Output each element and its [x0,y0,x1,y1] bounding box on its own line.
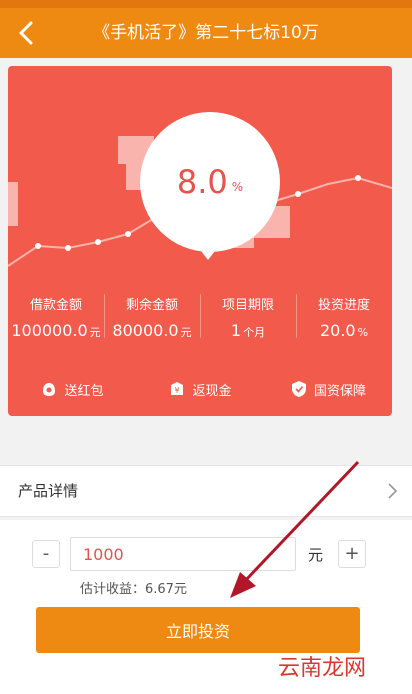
perk-red-envelope: 送红包 [8,374,136,404]
page-title: 《手机活了》第二十七标10万 [93,23,319,43]
nav-bar: 《手机活了》第二十七标10万 [0,8,412,58]
rate-unit: % [231,180,244,194]
red-envelope-icon [43,383,56,396]
stat-loan-amount: 借款金额 100000.0 元 [8,288,104,348]
product-card: 8.0 % 借款金额 100000.0 元 剩余金额 80000.0 元 项目期限 … [8,66,392,416]
blur-patch [228,226,254,248]
stat-term: 项目期限 1 个月 [200,288,296,348]
stat-unit: 元 [89,326,101,339]
decrease-button[interactable]: - [32,540,60,568]
blur-patch [8,182,18,226]
stat-value: 20.0% [296,321,392,340]
stat-label: 项目期限 [221,298,274,313]
stat-value: 80000.0 元 [104,321,200,340]
detail-label: 产品详情 [18,482,79,500]
rate-value: 8.0 [176,163,228,201]
stat-label: 借款金额 [29,298,82,313]
shield-icon [291,381,306,397]
stat-number: 20.0 [319,321,356,340]
perk-state-guarantee: 国资保障 [264,374,392,404]
product-detail-row[interactable]: 产品详情 [0,465,412,517]
stat-label: 投资进度 [317,298,370,313]
estimated-return: 估计收益：6.67元 [80,582,187,597]
svg-text:¥: ¥ [175,386,180,395]
stat-value: 100000.0 元 [8,321,104,340]
blur-patch [118,136,154,164]
cashback-icon: ¥ [171,382,184,395]
invest-now-button[interactable]: 立即投资 [36,607,360,653]
stat-value: 1 个月 [200,321,296,340]
stat-remaining-amount: 剩余金额 80000.0 元 [104,288,200,348]
stat-unit: 个月 [243,326,266,339]
chevron-right-icon [388,483,398,499]
increase-button[interactable]: + [338,540,366,568]
stat-number: 100000.0 [11,321,88,340]
status-bar [0,0,412,8]
stat-progress: 投资进度 20.0% [296,288,392,348]
perk-label: 送红包 [64,383,104,399]
amount-unit: 元 [308,546,324,564]
stats-row: 借款金额 100000.0 元 剩余金额 80000.0 元 项目期限 1 个月 投资… [8,288,392,348]
watermark-logo: 云南龙网 [278,656,367,681]
stat-number: 1 [230,321,242,340]
stat-unit: % [357,326,369,339]
stat-number: 80000.0 [112,321,179,340]
perk-label: 国资保障 [313,383,366,399]
stat-unit: 元 [180,326,192,339]
perks-row: 送红包 ¥ 返现金 国资保障 [8,374,392,404]
amount-input[interactable] [70,537,296,571]
perk-cashback: ¥ 返现金 [136,374,264,404]
perk-label: 返现金 [192,383,232,399]
back-arrow-icon[interactable] [12,18,42,48]
blur-patch [248,206,290,238]
stat-label: 剩余金额 [125,298,178,313]
blur-patch [126,164,156,190]
